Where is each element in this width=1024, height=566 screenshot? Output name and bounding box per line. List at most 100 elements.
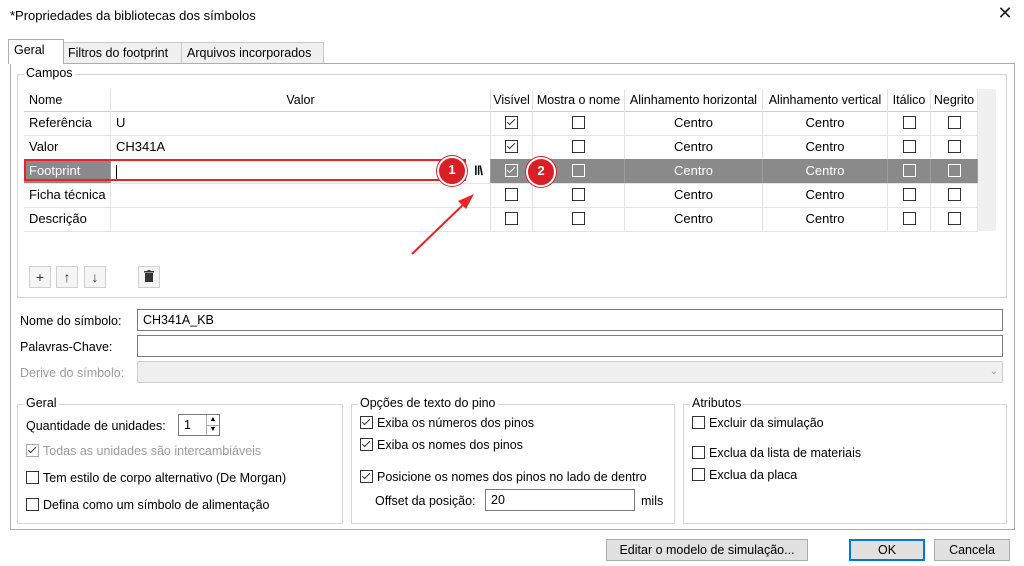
exclude-board-check[interactable]	[692, 468, 705, 482]
move-up-button[interactable]: ↑	[56, 266, 78, 288]
italic-checkbox[interactable]	[902, 140, 916, 154]
bold-checkbox[interactable]	[947, 140, 961, 154]
col-negrito[interactable]: Negrito	[931, 89, 978, 111]
row-value[interactable]: U	[111, 111, 491, 135]
show-pin-numbers-checkbox[interactable]: Exiba os números dos pinos	[360, 415, 534, 431]
bold-checkbox[interactable]	[947, 188, 961, 202]
show-name-checkbox[interactable]	[572, 164, 585, 178]
col-nome[interactable]: Nome	[24, 89, 111, 111]
col-alinhamento-horizontal[interactable]: Alinhamento horizontal	[625, 89, 763, 111]
row-name: Referência	[24, 111, 111, 135]
table-row[interactable]: Descrição Centro Centro	[24, 207, 978, 232]
row-name: Valor	[24, 135, 111, 159]
v-align-cell[interactable]: Centro	[763, 159, 888, 183]
annotation-highlight-box	[24, 159, 466, 181]
visible-checkbox[interactable]	[505, 164, 518, 178]
power-symbol-checkbox[interactable]: Defina como um símbolo de alimentação	[26, 497, 270, 513]
italic-checkbox[interactable]	[902, 188, 916, 202]
power-label: Defina como um símbolo de alimentação	[43, 498, 270, 512]
cancel-button[interactable]: Cancela	[934, 539, 1010, 561]
tab-geral[interactable]: Geral	[8, 39, 64, 64]
demorgan-check[interactable]	[26, 471, 39, 485]
h-align-cell[interactable]: Centro	[625, 159, 763, 183]
spin-down-icon[interactable]: ▼	[206, 425, 219, 435]
keywords-input[interactable]	[137, 335, 1003, 357]
show-name-checkbox[interactable]	[572, 140, 585, 154]
tab-filtros-footprint[interactable]: Filtros do footprint	[62, 42, 188, 63]
col-valor[interactable]: Valor	[111, 89, 491, 111]
visible-checkbox[interactable]	[505, 140, 518, 154]
interchangeable-check	[26, 444, 39, 458]
exclude-simulation-label: Excluir da simulação	[709, 416, 824, 430]
exclude-simulation-check[interactable]	[692, 416, 705, 430]
italic-checkbox[interactable]	[902, 212, 916, 226]
exclude-simulation-checkbox[interactable]: Excluir da simulação	[692, 415, 824, 431]
demorgan-checkbox[interactable]: Tem estilo de corpo alternativo (De Morg…	[26, 470, 286, 486]
add-row-button[interactable]: +	[29, 266, 51, 288]
col-visivel[interactable]: Visível	[491, 89, 533, 111]
show-name-checkbox[interactable]	[572, 212, 585, 226]
move-up-icon: ↑	[63, 269, 71, 285]
pin-names-inside-check[interactable]	[360, 470, 373, 484]
offset-label: Offset da posição:	[375, 494, 476, 508]
italic-checkbox[interactable]	[902, 116, 916, 130]
move-down-button[interactable]: ↓	[84, 266, 106, 288]
h-align-cell[interactable]: Centro	[625, 207, 763, 231]
geral-title: Geral	[24, 396, 59, 410]
table-row[interactable]: Ficha técnica Centro Centro	[24, 183, 978, 208]
interchangeable-label: Todas as unidades são intercambiáveis	[43, 444, 262, 458]
tab-arquivos-incorporados[interactable]: Arquivos incorporados	[181, 42, 324, 63]
visible-checkbox[interactable]	[505, 116, 518, 130]
v-align-cell[interactable]: Centro	[763, 183, 888, 207]
close-icon[interactable]: ✕	[996, 4, 1014, 22]
visible-checkbox[interactable]	[505, 188, 518, 202]
keywords-label: Palavras-Chave:	[20, 340, 113, 354]
v-align-cell[interactable]: Centro	[763, 207, 888, 231]
units-spinner[interactable]: 1 ▲ ▼	[178, 414, 220, 436]
annotation-badge-2: 2	[526, 157, 556, 187]
bold-checkbox[interactable]	[947, 116, 961, 130]
annotation-badge-1: 1	[437, 156, 467, 186]
library-browse-icon[interactable]: ‖\	[468, 159, 488, 183]
show-pin-numbers-label: Exiba os números dos pinos	[377, 416, 535, 430]
h-align-cell[interactable]: Centro	[625, 183, 763, 207]
show-pin-numbers-check[interactable]	[360, 416, 373, 430]
pin-text-title: Opções de texto do pino	[358, 396, 498, 410]
derive-symbol-label: Derive do símbolo:	[20, 366, 125, 380]
symbol-name-input[interactable]: CH341A_KB	[137, 309, 1003, 331]
symbol-name-label: Nome do símbolo:	[20, 314, 122, 328]
pin-names-inside-checkbox[interactable]: Posicione os nomes dos pinos no lado de …	[360, 469, 647, 485]
annotation-arrow-icon	[411, 194, 474, 255]
h-align-cell[interactable]: Centro	[625, 135, 763, 159]
italic-checkbox[interactable]	[902, 164, 916, 178]
show-pin-names-checkbox[interactable]: Exiba os nomes dos pinos	[360, 437, 523, 453]
v-align-cell[interactable]: Centro	[763, 135, 888, 159]
power-check[interactable]	[26, 498, 39, 512]
ok-button[interactable]: OK	[849, 539, 925, 561]
exclude-board-label: Exclua da placa	[709, 468, 798, 482]
col-alinhamento-vertical[interactable]: Alinhamento vertical	[763, 89, 888, 111]
move-down-icon: ↓	[91, 269, 99, 285]
edit-sim-model-button[interactable]: Editar o modelo de simulação...	[606, 539, 808, 561]
delete-row-button[interactable]	[138, 266, 160, 288]
row-value[interactable]: CH341A	[111, 135, 491, 159]
units-label: Quantidade de unidades:	[26, 419, 166, 433]
table-row[interactable]: Referência U Centro Centro	[24, 111, 978, 136]
grid-scroll-area	[978, 89, 996, 231]
v-align-cell[interactable]: Centro	[763, 111, 888, 135]
exclude-bom-check[interactable]	[692, 446, 705, 460]
show-name-checkbox[interactable]	[572, 188, 585, 202]
col-italico[interactable]: Itálico	[888, 89, 931, 111]
col-mostra-nome[interactable]: Mostra o nome	[533, 89, 625, 111]
offset-input[interactable]: 20	[485, 489, 635, 511]
h-align-cell[interactable]: Centro	[625, 111, 763, 135]
table-row[interactable]: Valor CH341A Centro Centro	[24, 135, 978, 160]
bold-checkbox[interactable]	[947, 212, 961, 226]
exclude-bom-checkbox[interactable]: Exclua da lista de materiais	[692, 445, 861, 461]
show-pin-names-check[interactable]	[360, 438, 373, 452]
visible-checkbox[interactable]	[505, 212, 518, 226]
exclude-board-checkbox[interactable]: Exclua da placa	[692, 467, 797, 483]
bold-checkbox[interactable]	[947, 164, 961, 178]
offset-unit: mils	[641, 494, 664, 508]
show-name-checkbox[interactable]	[572, 116, 585, 130]
